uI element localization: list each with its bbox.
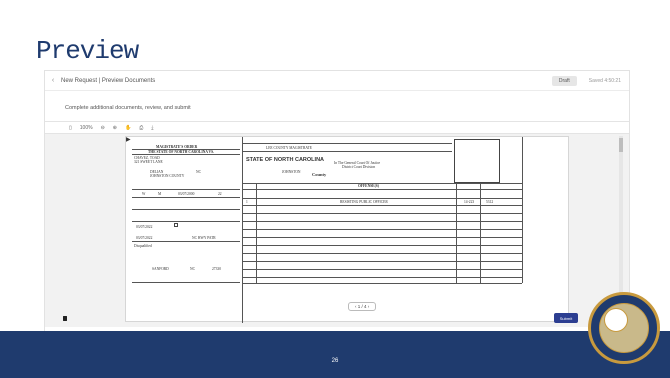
court-division: District Court Division bbox=[342, 165, 376, 169]
stamp-box bbox=[454, 139, 500, 183]
print-icon[interactable]: ⎙ bbox=[139, 125, 143, 131]
checkbox bbox=[174, 223, 178, 227]
page-subtitle: Complete additional documents, review, a… bbox=[65, 105, 191, 111]
officer-zip: 27330 bbox=[212, 267, 221, 271]
zoom-out-icon[interactable]: ⊖ bbox=[101, 125, 105, 131]
county-line: JOHNSTON COUNTY bbox=[150, 174, 185, 178]
county-name: JOHNSTON bbox=[282, 170, 301, 174]
pointer-arrow-icon: ▶ bbox=[126, 137, 131, 143]
document-viewer: ▯ 100% ⊖ ⊕ ✋ ⎙ ⤓ ▶ MAGISTRATE'S ORDER TH… bbox=[45, 121, 629, 327]
pan-icon[interactable]: ✋ bbox=[125, 125, 131, 131]
submit-button[interactable]: Submit bbox=[554, 313, 578, 323]
trash-icon[interactable] bbox=[63, 316, 67, 321]
document-page: ▶ MAGISTRATE'S ORDER THE STATE OF NORTH … bbox=[125, 136, 569, 323]
slide-footer bbox=[0, 331, 670, 378]
agency: NC HWY PATR bbox=[192, 236, 216, 240]
sex: M bbox=[158, 192, 162, 196]
page-pager[interactable]: ‹ 1 / 4 › bbox=[348, 302, 377, 311]
zoom-select[interactable]: 100% bbox=[80, 125, 93, 131]
court-seal-logo bbox=[588, 292, 660, 364]
defendant-state: NC bbox=[196, 170, 201, 174]
zoom-in-icon[interactable]: ⊕ bbox=[113, 125, 117, 131]
app-header: ‹ New Request | Preview Documents Draft … bbox=[45, 71, 629, 91]
offense-count: 1 bbox=[246, 200, 248, 204]
page-icon[interactable]: ▯ bbox=[69, 125, 72, 131]
dob: 03/07/2000 bbox=[178, 192, 195, 196]
saved-status: Saved 4:50:21 bbox=[588, 77, 621, 84]
app-screenshot: ‹ New Request | Preview Documents Draft … bbox=[44, 70, 630, 332]
viewer-toolbar: ▯ 100% ⊖ ⊕ ✋ ⎙ ⤓ bbox=[45, 122, 629, 134]
officer-state: NC bbox=[190, 267, 195, 271]
officer-city: SANFORD bbox=[152, 267, 169, 271]
county-label: County bbox=[312, 172, 327, 177]
offense-statute: 14-223 bbox=[464, 200, 475, 204]
offenses-label: OFFENSE(S) bbox=[358, 184, 379, 188]
download-icon[interactable]: ⤓ bbox=[151, 125, 153, 131]
back-icon[interactable]: ‹ bbox=[45, 77, 61, 84]
breadcrumb: New Request | Preview Documents bbox=[61, 77, 156, 84]
offense-code: 5312 bbox=[486, 200, 494, 204]
slide-title: Preview bbox=[36, 36, 139, 66]
draft-button[interactable]: Draft bbox=[551, 75, 577, 86]
defendant-address: 321 SWEET LANE bbox=[134, 160, 163, 164]
offense-date: 03/07/2022 bbox=[136, 225, 153, 229]
age: 22 bbox=[218, 192, 222, 196]
form-header: STATE OF NORTH CAROLINA bbox=[246, 157, 325, 163]
offense-text: RESISTING PUBLIC OFFICER bbox=[340, 200, 388, 204]
arresting-officer: Disqualified bbox=[134, 244, 152, 248]
arrest-date: 03/07/2022 bbox=[136, 236, 153, 240]
file-label: LEE COUNTY MAGISTRATE bbox=[266, 146, 312, 150]
race: W bbox=[142, 192, 146, 196]
slide-number: 26 bbox=[331, 358, 339, 364]
